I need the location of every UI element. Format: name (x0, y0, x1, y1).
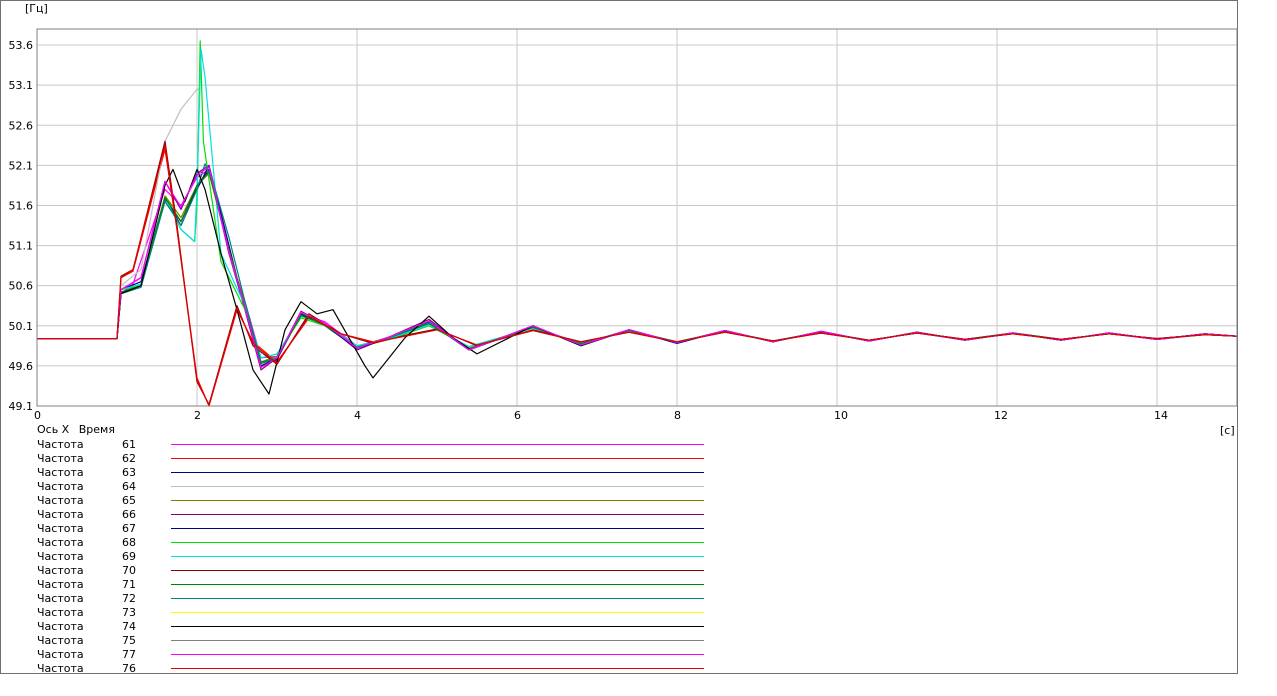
x-tick-label: 8 (674, 409, 681, 422)
legend-row-67: Частота 67 (37, 522, 737, 536)
legend-swatch-line (171, 626, 704, 627)
series-line-62 (37, 148, 1238, 407)
legend-row-63: Частота 63 (37, 466, 737, 480)
legend-series-name: Частота (37, 452, 84, 465)
legend-swatch-line (171, 514, 704, 515)
legend-swatch-line (171, 458, 704, 459)
legend-row-75: Частота 75 (37, 634, 737, 648)
legend-row-69: Частота 69 (37, 550, 737, 564)
legend-swatch-line (171, 500, 704, 501)
legend-series-name: Частота (37, 634, 84, 647)
legend-swatch-line (171, 598, 704, 599)
legend-series-id: 71 (122, 578, 136, 591)
legend-row-70: Частота 70 (37, 564, 737, 578)
legend-series-name: Частота (37, 620, 84, 633)
legend-series-name: Частота (37, 480, 84, 493)
legend-swatch-line (171, 668, 704, 669)
legend-row-77: Частота 77 (37, 648, 737, 662)
legend-series-name: Частота (37, 564, 84, 577)
legend-row-76: Частота 76 (37, 662, 737, 676)
legend-series-id: 70 (122, 564, 136, 577)
grid (37, 29, 1237, 406)
legend-row-73: Частота 73 (37, 606, 737, 620)
y-tick-label: 51.6 (9, 199, 34, 212)
x-tick-label: 10 (834, 409, 848, 422)
legend-series-id: 62 (122, 452, 136, 465)
legend-swatch-line (171, 640, 704, 641)
legend-series-name: Частота (37, 522, 84, 535)
legend-swatch-line (171, 542, 704, 543)
y-tick-label: 49.1 (9, 400, 34, 413)
legend-series-name: Частота (37, 508, 84, 521)
legend-series-id: 66 (122, 508, 136, 521)
legend-series-id: 64 (122, 480, 136, 493)
legend-series-id: 63 (122, 466, 136, 479)
legend-series-name: Частота (37, 578, 84, 591)
x-tick-label: 0 (34, 409, 41, 422)
x-tick-label: 12 (994, 409, 1008, 422)
legend-series-name: Частота (37, 606, 84, 619)
legend-series-id: 61 (122, 438, 136, 451)
legend-swatch-line (171, 612, 704, 613)
legend-row-61: Частота 61 (37, 438, 737, 452)
legend-series-id: 68 (122, 536, 136, 549)
legend-series-id: 74 (122, 620, 136, 633)
legend-header-time: Время (78, 423, 115, 436)
legend-swatch-line (171, 570, 704, 571)
legend-header: Ось X Время (37, 423, 121, 436)
legend-row-62: Частота 62 (37, 452, 737, 466)
legend-row-74: Частота 74 (37, 620, 737, 634)
x-tick-label: 14 (1154, 409, 1168, 422)
legend-series-id: 67 (122, 522, 136, 535)
y-tick-label: 53.1 (9, 79, 34, 92)
y-tick-label: 52.1 (9, 159, 34, 172)
series-line-70 (37, 140, 1238, 405)
frequency-chart: 0 2 4 6 8 10 12 14 49.1 49.6 50.1 50.6 51.1 51.6 52.1 5… (9, 28, 1238, 422)
legend-series-id: 76 (122, 662, 136, 675)
legend-series-id: 77 (122, 648, 136, 661)
legend-series-name: Частота (37, 536, 84, 549)
legend-series-id: 72 (122, 592, 136, 605)
legend-row-65: Частота 65 (37, 494, 737, 508)
legend-swatch-line (171, 486, 704, 487)
legend-series-id: 69 (122, 550, 136, 563)
legend-series-name: Частота (37, 466, 84, 479)
legend-row-64: Частота 64 (37, 480, 737, 494)
x-tick-label: 2 (194, 409, 201, 422)
legend-swatch-line (171, 528, 704, 529)
legend-swatch-line (171, 472, 704, 473)
legend-header-axis: Ось X (37, 423, 70, 436)
legend-swatch-line (171, 556, 704, 557)
legend-series-id: 65 (122, 494, 136, 507)
legend-series-name: Частота (37, 662, 84, 675)
y-tick-label: 49.6 (9, 360, 34, 373)
legend-series-name: Частота (37, 494, 84, 507)
legend-swatch-line (171, 444, 704, 445)
legend-series-name: Частота (37, 648, 84, 661)
legend-row-66: Частота 66 (37, 508, 737, 522)
legend-series-id: 75 (122, 634, 136, 647)
y-tick-label: 50.6 (9, 280, 34, 293)
legend-series-name: Частота (37, 550, 84, 563)
legend-series-name: Частота (37, 438, 84, 451)
x-tick-label: 6 (514, 409, 521, 422)
y-tick-label: 50.1 (9, 320, 34, 333)
legend-swatch-line (171, 584, 704, 585)
y-tick-label: 51.1 (9, 240, 34, 253)
legend-swatch-line (171, 654, 704, 655)
legend-row-71: Частота 71 (37, 578, 737, 592)
series-lines (37, 40, 1238, 407)
legend-row-72: Частота 72 (37, 592, 737, 606)
y-tick-label: 52.6 (9, 119, 34, 132)
legend-series-id: 73 (122, 606, 136, 619)
legend-series-name: Частота (37, 592, 84, 605)
legend-row-68: Частота 68 (37, 536, 737, 550)
y-tick-label: 53.6 (9, 39, 34, 52)
x-tick-label: 4 (354, 409, 361, 422)
